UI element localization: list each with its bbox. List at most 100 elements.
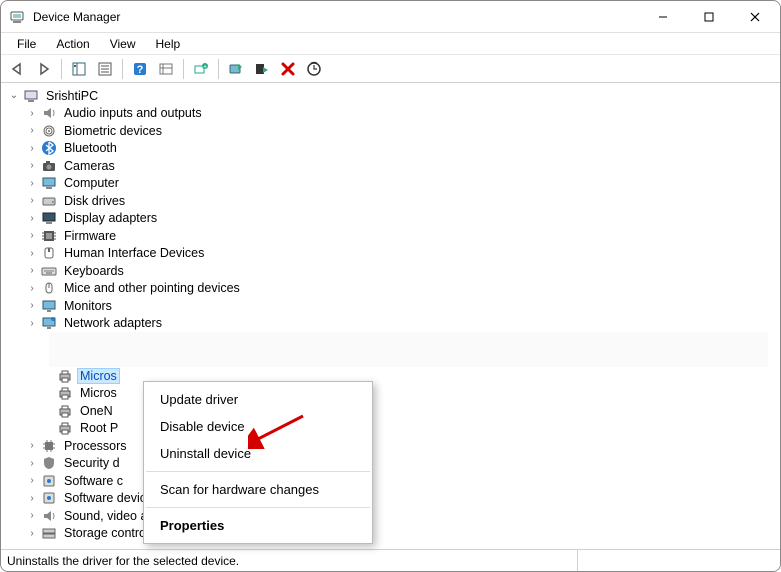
menu-view[interactable]: View: [100, 35, 146, 53]
printer-icon: [57, 385, 73, 401]
chevron-right-icon[interactable]: ›: [25, 248, 39, 259]
toolbar-sep: [218, 59, 219, 79]
tree-category[interactable]: › Cameras: [5, 157, 778, 175]
tree-category[interactable]: › Computer: [5, 175, 778, 193]
firmware-icon: [41, 228, 57, 244]
update-driver-icon[interactable]: [225, 58, 247, 80]
security-icon: [41, 455, 57, 471]
maximize-button[interactable]: [686, 2, 732, 32]
tree-category-label: Computer: [62, 176, 121, 190]
printer-icon: [57, 403, 73, 419]
tree-category[interactable]: › Software c: [5, 472, 778, 490]
ctx-disable-device[interactable]: Disable device: [144, 413, 372, 440]
chevron-right-icon[interactable]: ›: [25, 108, 39, 119]
tree-device[interactable]: OneN: [5, 402, 778, 420]
add-legacy-icon[interactable]: +: [190, 58, 212, 80]
tree-category[interactable]: › Storage controllers: [5, 525, 778, 543]
statusbar-text: Uninstalls the driver for the selected d…: [7, 554, 571, 568]
context-menu: Update driver Disable device Uninstall d…: [143, 381, 373, 544]
chevron-right-icon[interactable]: ›: [25, 230, 39, 241]
menu-help[interactable]: Help: [146, 35, 191, 53]
tree-category[interactable]: › Security d: [5, 455, 778, 473]
chevron-right-icon[interactable]: ›: [25, 265, 39, 276]
storage-icon: [41, 525, 57, 541]
tree-category[interactable]: › Human Interface Devices: [5, 245, 778, 263]
tree-category[interactable]: › Audio inputs and outputs: [5, 105, 778, 123]
tree-category[interactable]: › Software devices: [5, 490, 778, 508]
svg-text:+: +: [203, 64, 207, 71]
printer-icon: [57, 420, 73, 436]
sound-icon: [41, 508, 57, 524]
tree-device[interactable]: Micros: [5, 385, 778, 403]
chevron-down-icon[interactable]: ⌄: [7, 90, 21, 101]
chevron-right-icon[interactable]: ›: [25, 178, 39, 189]
ctx-scan-hardware[interactable]: Scan for hardware changes: [144, 476, 372, 503]
menu-action[interactable]: Action: [46, 35, 99, 53]
chevron-right-icon[interactable]: ›: [25, 528, 39, 539]
network-icon: [41, 315, 57, 331]
chevron-right-icon[interactable]: ›: [25, 300, 39, 311]
scan-hardware-icon[interactable]: [303, 58, 325, 80]
chevron-right-icon[interactable]: ›: [25, 160, 39, 171]
tree-category-label: Firmware: [62, 229, 118, 243]
properties-icon[interactable]: [94, 58, 116, 80]
mouse-icon: [41, 280, 57, 296]
tree-root[interactable]: ⌄ SrishtiPC: [5, 87, 778, 105]
tree-category[interactable]: › Bluetooth: [5, 140, 778, 158]
chevron-right-icon[interactable]: ›: [25, 283, 39, 294]
tree-category[interactable]: › Mice and other pointing devices: [5, 280, 778, 298]
chevron-right-icon[interactable]: ›: [25, 195, 39, 206]
tree-category[interactable]: › Monitors: [5, 297, 778, 315]
minimize-button[interactable]: [640, 2, 686, 32]
tree-device-label: Root P: [78, 421, 120, 435]
software-icon: [41, 473, 57, 489]
show-hidden-icon[interactable]: [155, 58, 177, 80]
chevron-right-icon[interactable]: ›: [25, 213, 39, 224]
tree-category[interactable]: › Firmware: [5, 227, 778, 245]
chevron-right-icon[interactable]: ›: [25, 475, 39, 486]
toolbar: ? +: [1, 55, 780, 83]
audio-icon: [41, 105, 57, 121]
close-button[interactable]: [732, 2, 778, 32]
tree-device[interactable]: Root P: [5, 420, 778, 438]
tree-device-label: Micros: [78, 369, 119, 383]
tree-category-label: Biometric devices: [62, 124, 164, 138]
ctx-uninstall-device[interactable]: Uninstall device: [144, 440, 372, 467]
forward-arrow-icon[interactable]: [33, 58, 55, 80]
tree-category[interactable]: › Keyboards: [5, 262, 778, 280]
tree-category[interactable]: › Network adapters: [5, 315, 778, 333]
tree-device-selected[interactable]: Micros: [5, 367, 778, 385]
biometric-icon: [41, 123, 57, 139]
toolbar-sep: [122, 59, 123, 79]
cpu-icon: [41, 438, 57, 454]
ctx-properties[interactable]: Properties: [144, 512, 372, 539]
chevron-right-icon[interactable]: ›: [25, 143, 39, 154]
chevron-right-icon[interactable]: ›: [25, 125, 39, 136]
disable-device-icon[interactable]: [251, 58, 273, 80]
ctx-update-driver[interactable]: Update driver: [144, 386, 372, 413]
uninstall-device-icon[interactable]: [277, 58, 299, 80]
chevron-right-icon[interactable]: ›: [25, 458, 39, 469]
chevron-right-icon[interactable]: ›: [25, 493, 39, 504]
app-icon: [9, 9, 25, 25]
show-hide-tree-icon[interactable]: [68, 58, 90, 80]
menu-file[interactable]: File: [7, 35, 46, 53]
tree-category[interactable]: › Disk drives: [5, 192, 778, 210]
chevron-right-icon[interactable]: ›: [25, 440, 39, 451]
titlebar: Device Manager: [1, 1, 780, 33]
tree-root-label: SrishtiPC: [44, 89, 100, 103]
tree-category[interactable]: › Display adapters: [5, 210, 778, 228]
tree-category[interactable]: › Biometric devices: [5, 122, 778, 140]
svg-text:?: ?: [137, 64, 144, 76]
toolbar-sep: [183, 59, 184, 79]
chevron-right-icon[interactable]: ›: [25, 510, 39, 521]
tree-category-label: Cameras: [62, 159, 117, 173]
back-arrow-icon[interactable]: [7, 58, 29, 80]
tree-category[interactable]: › Sound, video and game controllers: [5, 507, 778, 525]
help-icon[interactable]: ?: [129, 58, 151, 80]
chevron-right-icon[interactable]: ›: [25, 318, 39, 329]
tree-category[interactable]: › Processors: [5, 437, 778, 455]
tree-category-label: Network adapters: [62, 316, 164, 330]
disk-icon: [41, 193, 57, 209]
device-tree[interactable]: ⌄ SrishtiPC › Audio inputs and outputs ›…: [1, 83, 780, 549]
